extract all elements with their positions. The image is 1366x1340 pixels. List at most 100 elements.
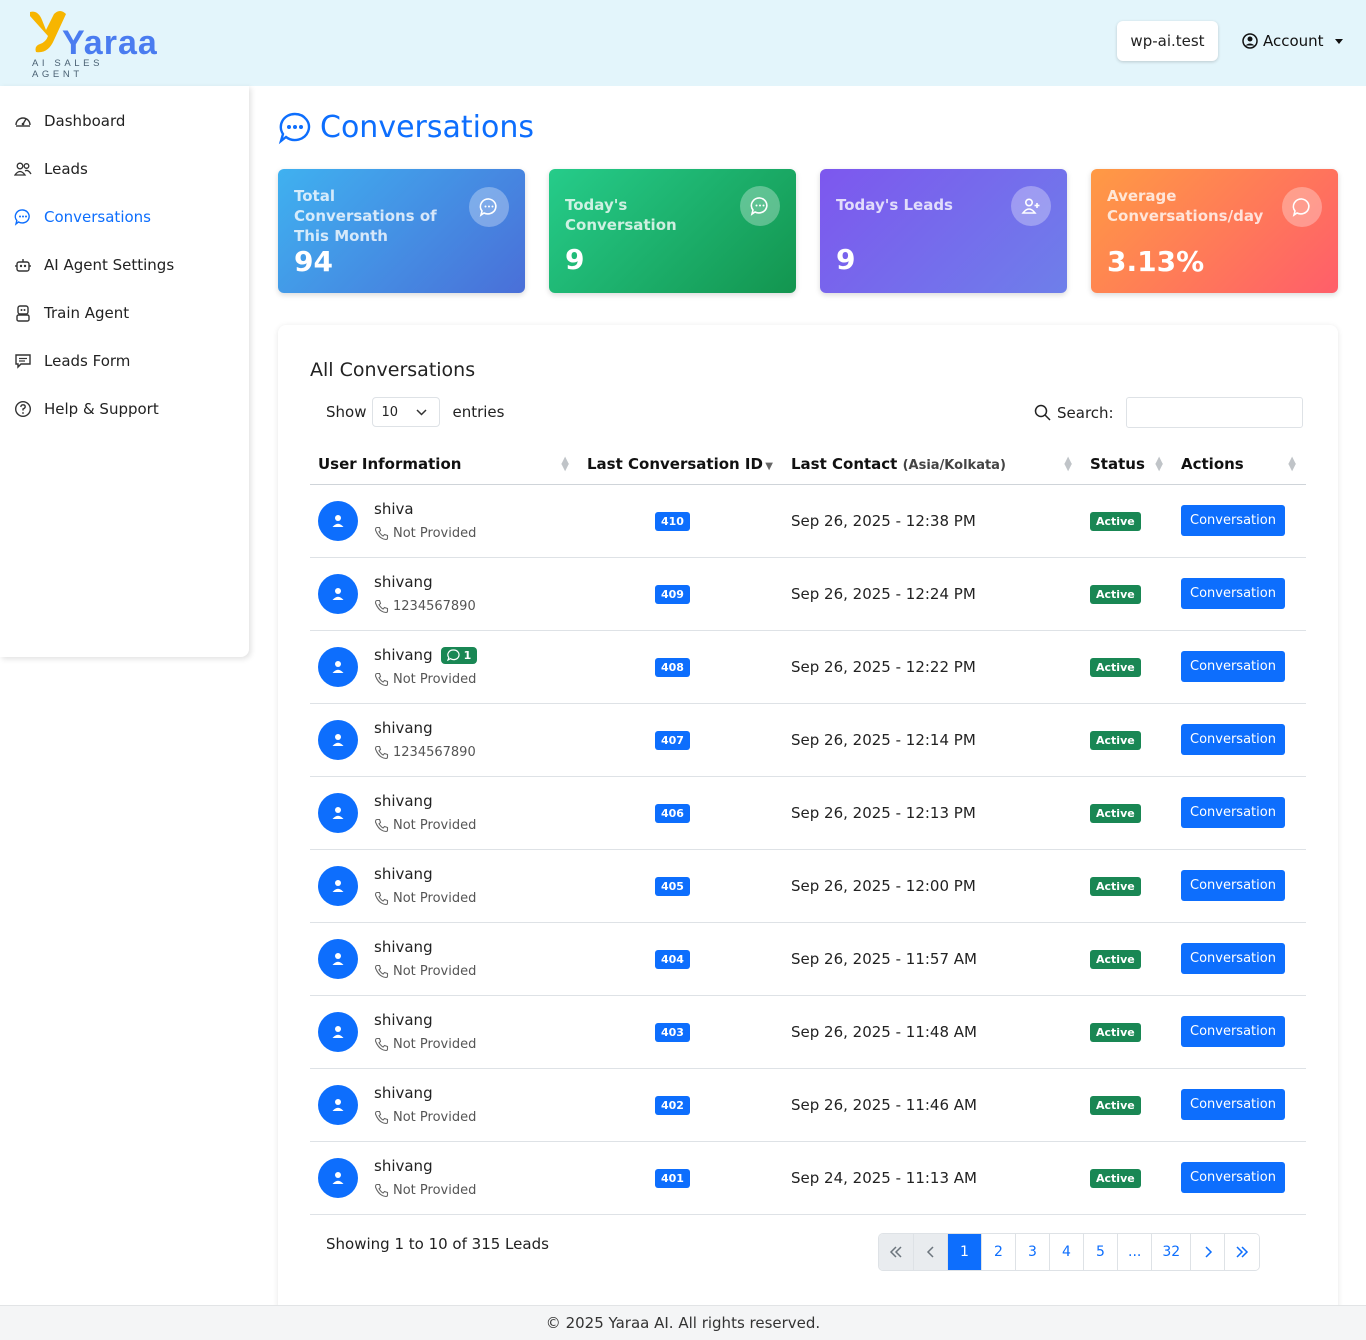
conversation-button[interactable]: Conversation xyxy=(1181,1089,1285,1120)
chat-icon xyxy=(469,187,509,227)
page-button[interactable]: 1 xyxy=(948,1234,982,1270)
robot-train-icon xyxy=(16,305,30,322)
conversation-button[interactable]: Conversation xyxy=(1181,870,1285,901)
sidebar-item-conversations[interactable]: Conversations xyxy=(14,205,151,229)
user-cell: shivang Not Provided xyxy=(310,849,579,923)
search-input[interactable] xyxy=(1125,397,1303,428)
unread-count: 1 xyxy=(463,648,472,662)
page-button[interactable]: 4 xyxy=(1050,1234,1084,1270)
conversations-table: User Information ▲ ▼ Last Conversation ID ▼… xyxy=(310,445,1306,1215)
conversation-button[interactable]: Conversation xyxy=(1181,797,1285,828)
conversation-button[interactable]: Conversation xyxy=(1181,1162,1285,1193)
sort-icon: ▲ ▼ xyxy=(1288,455,1296,473)
page-button[interactable]: 32 xyxy=(1152,1234,1192,1270)
user-name: shivang xyxy=(374,1011,433,1029)
conversation-id-badge: 407 xyxy=(655,730,690,750)
actions-cell: Conversation xyxy=(1173,1141,1306,1215)
id-cell: 410 xyxy=(579,484,783,558)
form-icon xyxy=(15,354,31,369)
user-phone: Not Provided xyxy=(393,1183,477,1198)
sort-desc-icon: ▼ xyxy=(765,461,773,472)
status-badge: Active xyxy=(1090,511,1141,531)
sidebar-item-ai-agent-settings[interactable]: AI Agent Settings xyxy=(14,253,174,277)
show-label: Show xyxy=(326,403,367,421)
dashboard-icon xyxy=(15,117,31,127)
chat-bubble-icon xyxy=(1282,187,1322,227)
user-cell: shivang Not Provided xyxy=(310,1141,579,1215)
conversation-button[interactable]: Conversation xyxy=(1181,724,1285,755)
chevron-down-icon xyxy=(416,408,428,416)
stat-label: Today's Conversation xyxy=(565,196,677,234)
column-header-id[interactable]: Last Conversation ID ▼ xyxy=(579,445,783,485)
user-phone: 1234567890 xyxy=(393,599,476,614)
column-header-contact[interactable]: Last Contact (Asia/Kolkata) ▲ ▼ xyxy=(783,445,1082,485)
status-badge: Active xyxy=(1090,584,1141,604)
contact-cell: Sep 26, 2025 - 12:13 PM xyxy=(783,776,1082,850)
user-icon xyxy=(332,514,344,527)
user-cell: shivang Not Provided xyxy=(310,776,579,850)
user-cell: shivang 1234567890 xyxy=(310,557,579,631)
column-header-user[interactable]: User Information ▲ ▼ xyxy=(310,445,579,485)
phone-icon xyxy=(374,1037,389,1052)
actions-cell: Conversation xyxy=(1173,776,1306,850)
avatar xyxy=(318,1011,358,1052)
conversation-button[interactable]: Conversation xyxy=(1181,505,1285,536)
column-label: Last Contact xyxy=(791,455,898,474)
table-row: shivang Not Provided 404 Sep 26, 2025 - … xyxy=(310,922,1306,996)
page-title: Conversations xyxy=(278,110,534,145)
prev-page-button[interactable] xyxy=(914,1234,948,1270)
sidebar-item-label: Conversations xyxy=(44,208,151,226)
table-header-row: User Information ▲ ▼ Last Conversation ID ▼… xyxy=(310,445,1306,485)
column-header-status[interactable]: Status ▲ ▼ xyxy=(1082,445,1173,485)
column-header-actions[interactable]: Actions ▲ ▼ xyxy=(1173,445,1306,485)
avatar xyxy=(318,865,358,906)
table-row: shiva Not Provided 410 Sep 26, 2025 - 12… xyxy=(310,484,1306,558)
sidebar-item-leads-form[interactable]: Leads Form xyxy=(14,349,130,373)
help-icon xyxy=(14,400,32,418)
user-phone: Not Provided xyxy=(393,672,477,687)
contact-cell: Sep 26, 2025 - 12:24 PM xyxy=(783,557,1082,631)
sidebar-item-help-support[interactable]: Help & Support xyxy=(14,397,159,421)
stat-value: 3.13% xyxy=(1107,245,1205,278)
phone-icon xyxy=(374,964,389,979)
sidebar-item-dashboard[interactable]: Dashboard xyxy=(14,109,125,133)
last-page-button[interactable] xyxy=(1225,1234,1260,1270)
actions-cell: Conversation xyxy=(1173,630,1306,704)
stat-value: 9 xyxy=(836,243,856,276)
sidebar-item-label: Help & Support xyxy=(44,400,159,418)
phone-icon xyxy=(374,526,389,541)
stat-label: Average Conversations/day xyxy=(1107,187,1264,225)
sidebar-item-train-agent[interactable]: Train Agent xyxy=(14,301,129,325)
user-phone: Not Provided xyxy=(393,818,477,833)
id-cell: 405 xyxy=(579,849,783,923)
card-title: All Conversations xyxy=(310,359,476,381)
page-button[interactable]: 3 xyxy=(1016,1234,1050,1270)
user-cell: shivang 1 Not Provided xyxy=(310,630,579,704)
entries-value: 10 xyxy=(381,404,399,420)
phone-icon xyxy=(374,1110,389,1125)
user-icon xyxy=(332,879,344,892)
page-button[interactable]: 5 xyxy=(1084,1234,1118,1270)
first-page-button[interactable] xyxy=(879,1234,914,1270)
yaraa-logo[interactable]: Yaraa AI SALES AGENT xyxy=(26,10,157,80)
conversation-button[interactable]: Conversation xyxy=(1181,943,1285,974)
conversation-button[interactable]: Conversation xyxy=(1181,578,1285,609)
conversation-button[interactable]: Conversation xyxy=(1181,651,1285,682)
entries-select[interactable]: 10 xyxy=(372,397,441,427)
page-button[interactable]: 2 xyxy=(982,1234,1016,1270)
user-icon xyxy=(332,587,344,600)
sidebar-item-leads[interactable]: Leads xyxy=(14,157,88,181)
chat-icon xyxy=(14,209,30,226)
conversation-id-badge: 404 xyxy=(655,949,690,969)
actions-cell: Conversation xyxy=(1173,849,1306,923)
avatar xyxy=(318,1084,358,1125)
status-badge: Active xyxy=(1090,876,1141,896)
user-phone: Not Provided xyxy=(393,891,477,906)
phone-icon xyxy=(374,891,389,906)
account-dropdown[interactable]: Account xyxy=(1242,28,1343,54)
conversation-button[interactable]: Conversation xyxy=(1181,1016,1285,1047)
next-page-button[interactable] xyxy=(1191,1234,1226,1270)
actions-cell: Conversation xyxy=(1173,922,1306,996)
site-button[interactable]: wp-ai.test xyxy=(1117,21,1218,61)
status-badge: Active xyxy=(1090,1022,1141,1042)
